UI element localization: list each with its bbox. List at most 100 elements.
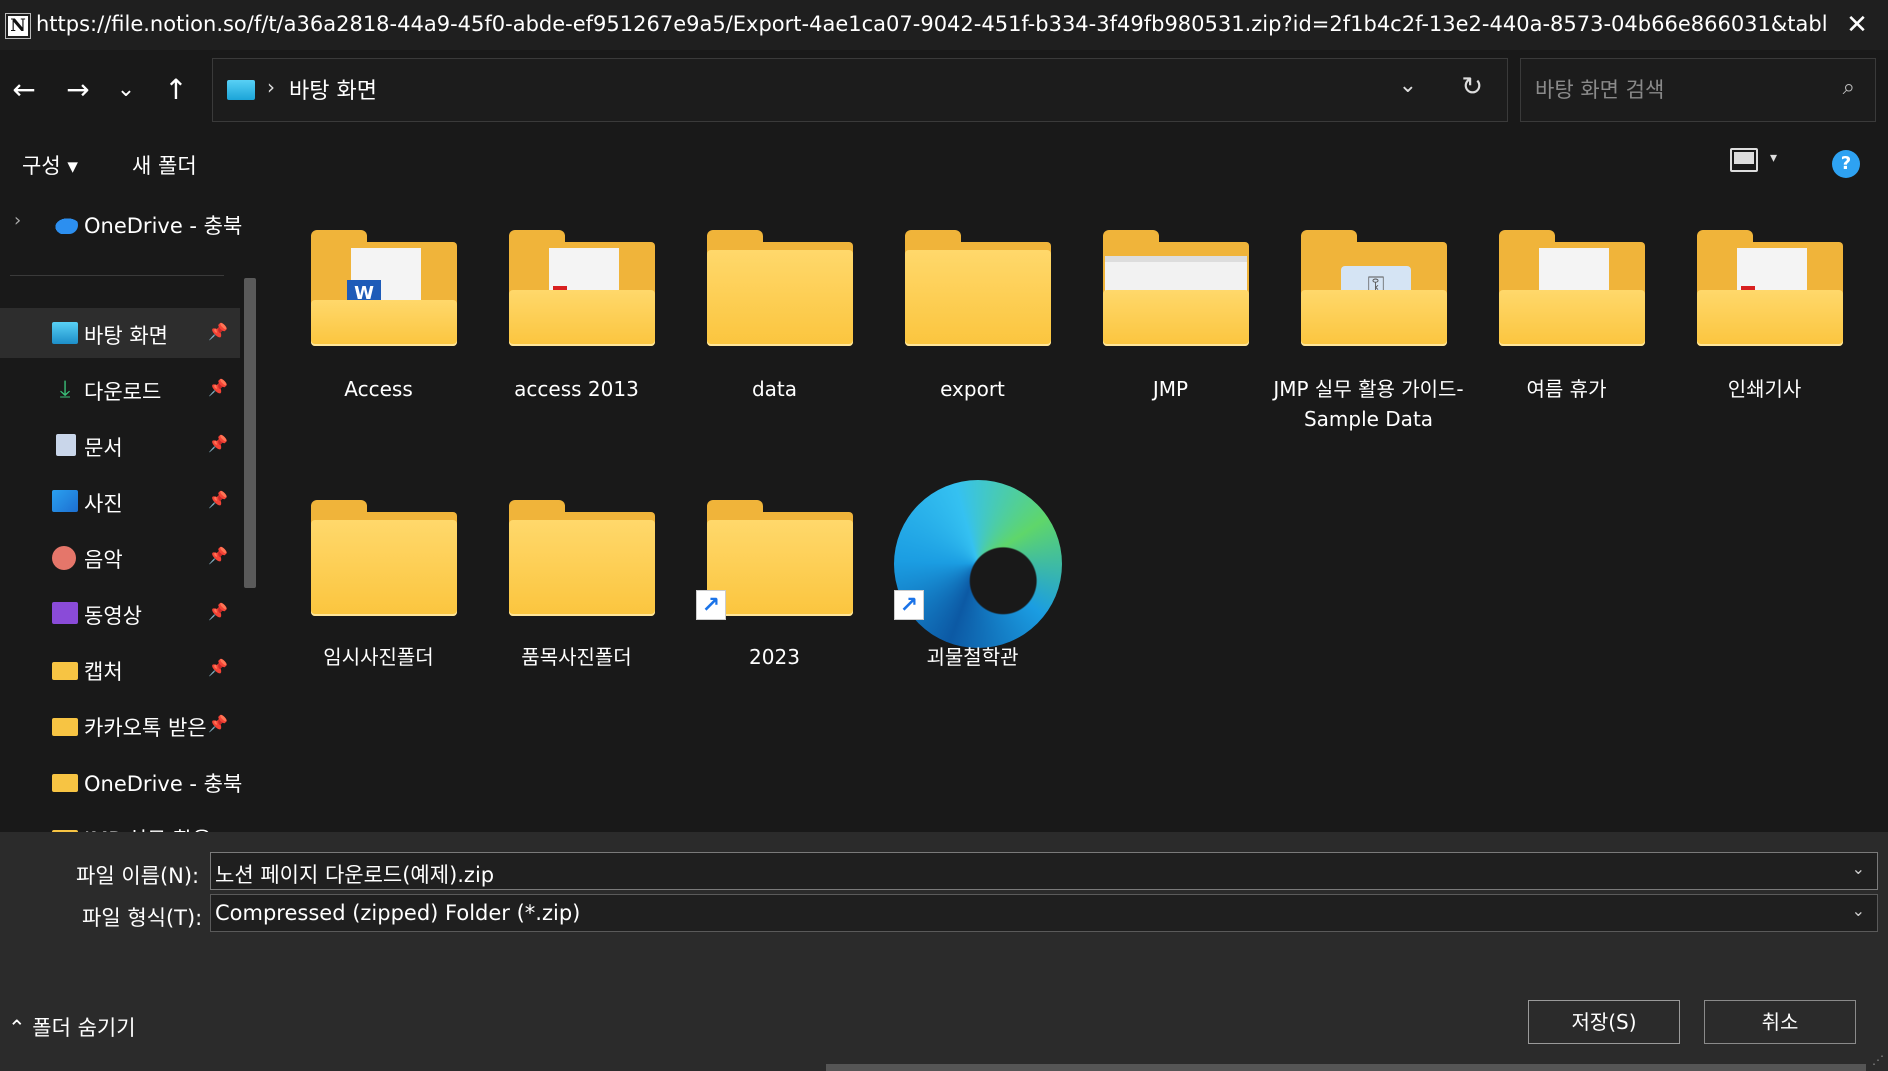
sidebar-divider	[10, 275, 224, 276]
address-bar[interactable]: › 바탕 화면 ⌄ ↻	[212, 58, 1508, 122]
save-button[interactable]: 저장(S)	[1528, 1000, 1680, 1044]
up-button[interactable]: ↑	[158, 72, 194, 108]
sidebar-item-label: OneDrive - 충북	[84, 214, 243, 238]
breadcrumb-desktop[interactable]: 바탕 화면	[289, 73, 377, 105]
search-input[interactable]	[1521, 59, 1821, 121]
save-panel: 파일 이름(N): 노션 페이지 다운로드(예제).zip ⌄ 파일 형식(T)…	[0, 832, 1888, 1071]
sidebar-item-documents[interactable]: 문서 📌	[0, 420, 240, 470]
sidebar-item-label: 카카오톡 받은	[84, 716, 207, 740]
horizontal-scrollbar[interactable]	[826, 1064, 1866, 1071]
pin-icon: 📌	[208, 714, 228, 733]
file-name: data	[751, 377, 798, 401]
file-item[interactable]: data	[662, 190, 853, 450]
file-list: W Access access 2013 data export JMP ⚿ J…	[266, 190, 1888, 832]
hide-folders-button[interactable]: ⌃ 폴더 숨기기	[8, 1012, 136, 1042]
navigation-bar: ← → ⌄ ↑ › 바탕 화면 ⌄ ↻ ⌕	[0, 50, 1888, 130]
folder-icon	[52, 662, 78, 680]
file-name: 괴물철학관	[926, 645, 1019, 669]
forward-button[interactable]: →	[60, 72, 96, 108]
file-name: 임시사진폴더	[323, 645, 434, 669]
pictures-icon	[52, 490, 78, 512]
command-bar: 구성 ▾ 새 폴더 ▾ ?	[0, 130, 1888, 190]
sidebar-item-onedrive[interactable]: › OneDrive - 충북	[0, 198, 242, 248]
sidebar-item-label: 문서	[84, 436, 123, 460]
sidebar-item-onedrive-folder[interactable]: OneDrive - 충북	[0, 756, 242, 806]
chevron-down-icon[interactable]: ⌄	[1852, 901, 1865, 920]
search-box[interactable]: ⌕	[1520, 58, 1876, 122]
title-bar: N https://file.notion.so/f/t/a36a2818-44…	[0, 0, 1888, 50]
change-view-icon[interactable]	[1730, 148, 1758, 172]
folder-icon	[311, 500, 457, 616]
sidebar-item-downloads[interactable]: ⤓ 다운로드 📌	[0, 364, 240, 414]
sidebar-item-desktop[interactable]: 바탕 화면 📌	[0, 308, 240, 358]
pin-icon: 📌	[208, 378, 228, 397]
folder-icon	[1697, 230, 1843, 346]
pin-icon: 📌	[208, 490, 228, 509]
file-item[interactable]: 임시사진폴더	[266, 460, 457, 720]
folder-icon	[1499, 230, 1645, 346]
close-button[interactable]: ✕	[1842, 10, 1872, 40]
new-folder-button[interactable]: 새 폴더	[132, 150, 197, 180]
file-item[interactable]: export	[860, 190, 1051, 450]
documents-icon	[56, 434, 76, 456]
recent-locations-button[interactable]: ⌄	[108, 72, 144, 108]
filetype-label: 파일 형식(T):	[82, 906, 203, 930]
cancel-button[interactable]: 취소	[1704, 1000, 1856, 1044]
sidebar-item-kakaotalk[interactable]: 카카오톡 받은 📌	[0, 700, 240, 750]
file-name: JMP	[1152, 377, 1189, 401]
file-item[interactable]: ↗ 괴물철학관	[860, 460, 1062, 720]
sidebar-item-jmp[interactable]: JMP 실무 활용 :	[0, 812, 240, 832]
folder-icon: W	[311, 230, 457, 346]
file-item[interactable]: ⚿ JMP 실무 활용 가이드-Sample Data	[1256, 190, 1464, 450]
filetype-select[interactable]: Compressed (zipped) Folder (*.zip) ⌄	[210, 894, 1878, 932]
file-item[interactable]: 품목사진폴더	[464, 460, 655, 720]
breadcrumb-separator[interactable]: ›	[267, 75, 275, 99]
resize-grip-icon[interactable]: ⋰	[1872, 1053, 1884, 1067]
help-button[interactable]: ?	[1832, 150, 1860, 178]
file-name: 품목사진폴더	[521, 645, 632, 669]
view-options-caret[interactable]: ▾	[1770, 150, 1777, 166]
music-icon	[52, 546, 76, 570]
file-item[interactable]: 인쇄기사	[1652, 190, 1843, 450]
file-item[interactable]: 여름 휴가	[1454, 190, 1645, 450]
file-name: 여름 휴가	[1526, 377, 1607, 401]
sidebar-item-videos[interactable]: 동영상 📌	[0, 588, 240, 638]
download-icon: ⤓	[59, 375, 71, 403]
sidebar-item-label: JMP 실무 활용 :	[84, 824, 244, 832]
file-name: Access	[344, 377, 413, 401]
address-dropdown-button[interactable]: ⌄	[1399, 73, 1417, 98]
sidebar-item-label: 캡처	[84, 660, 123, 684]
file-item[interactable]: access 2013	[464, 190, 655, 450]
filename-value[interactable]: 노션 페이지 다운로드(예제).zip	[215, 859, 494, 889]
sidebar-item-label: OneDrive - 충북	[84, 772, 243, 796]
desktop-icon	[227, 80, 255, 100]
sidebar-item-label: 다운로드	[84, 380, 162, 404]
sidebar-item-pictures[interactable]: 사진 📌	[0, 476, 240, 526]
file-item[interactable]: W Access	[266, 190, 457, 450]
filename-field[interactable]: 노션 페이지 다운로드(예제).zip ⌄	[210, 852, 1878, 890]
expand-chevron-icon[interactable]: ›	[14, 210, 21, 231]
shortcut-arrow-icon: ↗	[696, 590, 726, 620]
back-button[interactable]: ←	[6, 72, 42, 108]
pin-icon: 📌	[208, 546, 228, 565]
window-title: https://file.notion.so/f/t/a36a2818-44a9…	[36, 12, 1826, 36]
edge-browser-icon	[894, 480, 1062, 648]
shortcut-arrow-icon: ↗	[894, 590, 924, 620]
refresh-button[interactable]: ↻	[1461, 72, 1483, 102]
sidebar-item-capture[interactable]: 캡처 📌	[0, 644, 240, 694]
chevron-down-icon[interactable]: ⌄	[1852, 859, 1865, 878]
pin-icon: 📌	[208, 658, 228, 677]
notion-app-icon: N	[5, 13, 31, 39]
file-item[interactable]: JMP	[1058, 190, 1249, 450]
search-icon[interactable]: ⌕	[1843, 75, 1855, 100]
filename-label: 파일 이름(N):	[76, 864, 200, 888]
organize-button[interactable]: 구성 ▾	[22, 150, 78, 180]
pin-icon: 📌	[208, 434, 228, 453]
sidebar-item-music[interactable]: 음악 📌	[0, 532, 240, 582]
sidebar-item-label: 사진	[84, 492, 123, 516]
file-item[interactable]: ↗ 2023	[662, 460, 853, 720]
sidebar-scrollbar[interactable]	[244, 278, 256, 588]
file-name: JMP 실무 활용 가이드-Sample Data	[1273, 377, 1464, 431]
folder-icon	[52, 718, 78, 736]
folder-icon	[905, 230, 1051, 346]
